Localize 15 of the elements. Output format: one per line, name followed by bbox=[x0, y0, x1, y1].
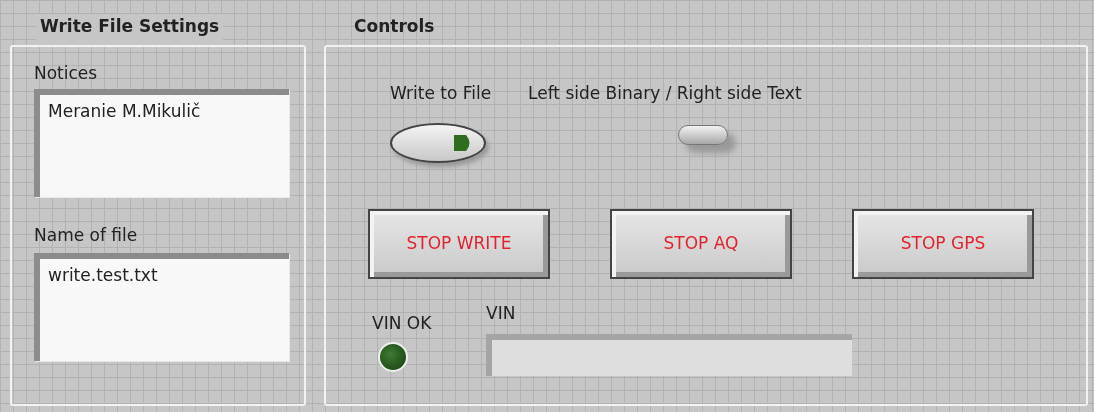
stop-button[interactable]: STOP AQ bbox=[610, 208, 792, 279]
notices-field[interactable]: Meranie M.Mikulič bbox=[34, 89, 289, 197]
indicator-label: VIN OK bbox=[372, 311, 433, 335]
switch-label: Left side Binary / Right side Text bbox=[528, 82, 803, 105]
stop-button[interactable]: STOP WRITE bbox=[368, 208, 550, 279]
field-label: Notices bbox=[34, 62, 99, 85]
field-label: Name of file bbox=[34, 224, 139, 247]
stop-button[interactable]: STOP GPS bbox=[852, 208, 1034, 279]
slide-switch[interactable] bbox=[678, 124, 728, 145]
file-name-field[interactable]: write.test.txt bbox=[34, 253, 289, 361]
panel-title: Write File Settings bbox=[36, 14, 224, 45]
panel-title: Controls bbox=[353, 15, 436, 38]
field-label: VIN bbox=[486, 301, 517, 325]
write-to-file-switch[interactable] bbox=[390, 122, 486, 163]
switch-label: Write to File bbox=[390, 82, 493, 105]
